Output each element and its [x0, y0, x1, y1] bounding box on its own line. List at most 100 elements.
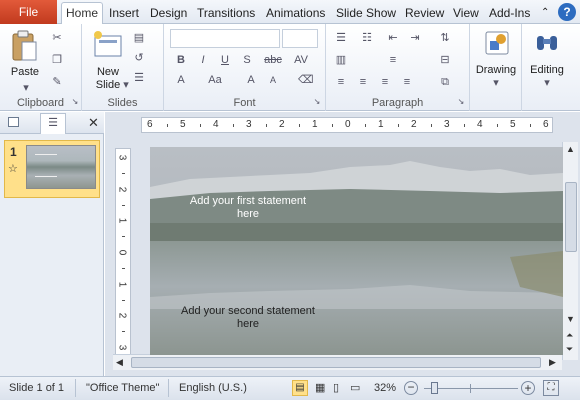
- horizontal-ruler-tick: [364, 124, 366, 127]
- slides-tab-icon[interactable]: [8, 117, 19, 127]
- horizontal-scroll-thumb[interactable]: [131, 357, 541, 368]
- close-pane-icon[interactable]: ✕: [88, 115, 99, 131]
- smartart-icon[interactable]: ⧉: [438, 76, 452, 88]
- tab-design[interactable]: Design: [150, 4, 187, 23]
- slide-thumbnail-selected[interactable]: 1 ☆: [4, 140, 100, 198]
- horizontal-ruler[interactable]: 6 5 4 3 2 1 0 1 2 3 4 5 6: [141, 117, 553, 133]
- slide-sorter-icon[interactable]: ▦: [315, 381, 325, 394]
- bullets-icon[interactable]: ☰: [334, 32, 348, 44]
- clear-formatting-icon[interactable]: ⌫: [298, 74, 314, 86]
- paragraph-launcher-icon[interactable]: ↘: [454, 96, 468, 108]
- bold-icon[interactable]: B: [174, 54, 188, 66]
- zoom-in-icon[interactable]: +: [521, 381, 535, 395]
- reading-view-icon[interactable]: ▯: [333, 381, 339, 394]
- tab-transitions[interactable]: Transitions: [197, 4, 255, 23]
- vertical-ruler[interactable]: 3 2 1 0 1 2 3: [115, 148, 131, 358]
- cut-icon[interactable]: ✂: [50, 32, 64, 44]
- paste-dropdown-icon[interactable]: ▾: [19, 82, 33, 94]
- tab-add-ins[interactable]: Add-Ins: [489, 4, 530, 23]
- decrease-indent-icon[interactable]: ⇤: [386, 32, 400, 44]
- shadow-icon[interactable]: S: [240, 54, 254, 66]
- horizontal-ruler-label: 3: [444, 119, 450, 130]
- align-text-icon[interactable]: ⊟: [438, 54, 452, 66]
- horizontal-ruler-label: 0: [345, 119, 351, 130]
- horizontal-scrollbar[interactable]: ◀ ▶: [113, 354, 562, 370]
- status-bar: Slide 1 of 1 "Office Theme" English (U.S…: [0, 376, 580, 400]
- underline-icon[interactable]: U: [218, 54, 232, 66]
- grow-font-icon[interactable]: A: [244, 74, 258, 86]
- vertical-scroll-thumb[interactable]: [565, 182, 577, 252]
- first-statement-placeholder[interactable]: Add your first statement here: [178, 195, 318, 221]
- editing-dropdown-icon[interactable]: ▾: [540, 77, 554, 89]
- font-name-dropdown[interactable]: [170, 29, 280, 48]
- numbering-icon[interactable]: ☷: [360, 32, 374, 44]
- ribbon: Paste ▾ ✂ ❐ ✎ Clipboard ↘ New Slide ▾ ▤ …: [0, 24, 580, 111]
- shrink-font-icon[interactable]: A: [266, 74, 280, 86]
- justify-icon[interactable]: ≡: [400, 76, 414, 88]
- slide-canvas[interactable]: Add your first statement here Add your s…: [150, 147, 563, 355]
- next-slide-icon[interactable]: ⏷: [566, 344, 573, 355]
- drawing-button[interactable]: Drawing: [472, 64, 520, 77]
- editing-button[interactable]: Editing: [522, 64, 572, 77]
- layout-icon[interactable]: ▤: [132, 32, 146, 44]
- horizontal-ruler-label: 6: [147, 119, 153, 130]
- char-spacing-icon[interactable]: AV: [290, 54, 312, 66]
- help-icon[interactable]: ?: [558, 3, 576, 21]
- reset-icon[interactable]: ↺: [132, 52, 146, 64]
- align-left-icon[interactable]: ≡: [334, 76, 348, 88]
- tab-home[interactable]: Home: [61, 2, 103, 25]
- clipboard-launcher-icon[interactable]: ↘: [68, 96, 82, 108]
- italic-icon[interactable]: I: [196, 54, 210, 66]
- vertical-scrollbar[interactable]: ▲ ▼ ⏶ ⏷: [562, 142, 578, 360]
- theme-name[interactable]: "Office Theme": [86, 382, 159, 394]
- second-statement-placeholder[interactable]: Add your second statement here: [170, 305, 326, 331]
- line-spacing-icon[interactable]: ≡: [386, 54, 400, 66]
- align-center-icon[interactable]: ≡: [356, 76, 370, 88]
- text-direction-icon[interactable]: ⇅: [438, 32, 452, 44]
- drawing-dropdown-icon[interactable]: ▾: [489, 77, 503, 89]
- drawing-icon: [485, 31, 509, 55]
- scroll-left-icon[interactable]: ◀: [116, 357, 123, 368]
- font-size-dropdown[interactable]: [282, 29, 318, 48]
- fit-to-window-icon[interactable]: ⛶: [543, 380, 559, 396]
- outline-tab-icon[interactable]: ☰: [40, 113, 66, 134]
- change-case-icon[interactable]: Aa: [204, 74, 226, 86]
- scroll-right-icon[interactable]: ▶: [549, 357, 556, 368]
- paste-icon: [12, 30, 37, 61]
- horizontal-ruler-tick: [463, 124, 465, 127]
- language-indicator[interactable]: English (U.S.): [179, 382, 247, 394]
- tab-file[interactable]: File: [0, 0, 57, 24]
- tab-animations[interactable]: Animations: [266, 4, 325, 23]
- slides-group-label: Slides: [107, 97, 138, 109]
- minimize-ribbon-icon[interactable]: ⌃: [541, 4, 549, 23]
- normal-view-icon[interactable]: ▤: [292, 380, 308, 396]
- editing-group: Editing ▾: [522, 24, 572, 111]
- zoom-out-icon[interactable]: −: [404, 381, 418, 395]
- tab-slide-show[interactable]: Slide Show: [336, 4, 396, 23]
- scroll-down-icon[interactable]: ▼: [566, 314, 575, 324]
- format-painter-icon[interactable]: ✎: [50, 76, 64, 88]
- columns-icon[interactable]: ▥: [334, 54, 348, 66]
- vertical-ruler-tick: [122, 267, 125, 269]
- increase-indent-icon[interactable]: ⇥: [408, 32, 422, 44]
- align-right-icon[interactable]: ≡: [378, 76, 392, 88]
- new-slide-dropdown-icon[interactable]: ▾: [119, 79, 133, 91]
- tab-view[interactable]: View: [453, 4, 479, 23]
- font-launcher-icon[interactable]: ↘: [310, 96, 324, 108]
- horizontal-ruler-tick: [397, 124, 399, 127]
- paste-button[interactable]: Paste: [8, 66, 42, 79]
- copy-icon[interactable]: ❐: [50, 54, 64, 66]
- scroll-up-icon[interactable]: ▲: [566, 144, 575, 154]
- ribbon-tab-bar: File Home Insert Design Transitions Anim…: [0, 0, 580, 25]
- tab-insert[interactable]: Insert: [109, 4, 139, 23]
- tab-review[interactable]: Review: [405, 4, 444, 23]
- slide-show-icon[interactable]: ▭: [350, 381, 360, 394]
- previous-slide-icon[interactable]: ⏶: [566, 330, 573, 341]
- horizontal-ruler-label: 2: [279, 119, 285, 130]
- section-icon[interactable]: ☰: [132, 72, 146, 84]
- zoom-slider[interactable]: [424, 388, 518, 389]
- zoom-slider-thumb[interactable]: [431, 382, 438, 394]
- strikethrough-icon[interactable]: abc: [262, 54, 284, 66]
- font-color-icon[interactable]: A: [174, 74, 188, 86]
- zoom-level[interactable]: 32%: [374, 382, 396, 394]
